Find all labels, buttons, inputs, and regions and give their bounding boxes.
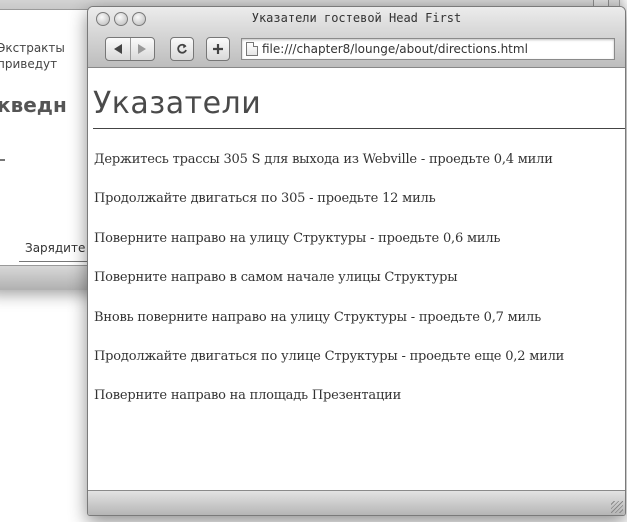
direction-item: Поверните направо в самом начале улицы С… (94, 270, 458, 286)
reload-icon (177, 43, 187, 54)
status-bar (88, 490, 625, 515)
direction-item: Вновь поверните направо на улицу Структу… (94, 309, 541, 325)
file-icon (246, 42, 258, 56)
direction-item: Продолжайте двигаться по 305 - проедьте … (94, 191, 436, 207)
forward-button[interactable] (130, 38, 154, 60)
direction-item: Продолжайте двигаться по улице Структуры… (94, 348, 565, 364)
directions-list: Держитесь трассы 305 S для выхода из Web… (94, 152, 564, 428)
background-text-line: приведут (0, 57, 58, 71)
background-dash (0, 159, 5, 161)
page-content: Указатели Держитесь трассы 305 S для вых… (88, 68, 625, 491)
direction-item: Поверните направо на площадь Презентации (94, 388, 402, 404)
page-title: Указатели (93, 86, 262, 121)
plus-icon (213, 44, 223, 54)
forward-arrow-icon (138, 44, 146, 54)
background-text-line: Экстракты (0, 41, 65, 55)
address-bar[interactable]: file:///chapter8/lounge/about/directions… (241, 38, 615, 60)
add-bookmark-button[interactable] (206, 37, 230, 61)
resize-grip-icon[interactable] (611, 501, 623, 513)
reload-button[interactable] (170, 37, 194, 61)
browser-window: Указатели гостевой Head First file:///ch… (87, 6, 626, 516)
direction-item: Поверните направо на улицу Структуры - п… (94, 230, 501, 246)
window-title: Указатели гостевой Head First (251, 11, 462, 25)
address-url[interactable]: file:///chapter8/lounge/about/directions… (262, 42, 528, 56)
background-bottom-text: Зарядите (25, 241, 86, 255)
title-divider (93, 128, 625, 129)
background-heading: кведн (0, 93, 67, 117)
title-bar: Указатели гостевой Head First file:///ch… (88, 7, 625, 68)
back-arrow-icon (114, 44, 122, 54)
back-button[interactable] (106, 38, 131, 60)
navigation-buttons (105, 37, 155, 61)
direction-item: Держитесь трассы 305 S для выхода из Web… (94, 152, 553, 167)
